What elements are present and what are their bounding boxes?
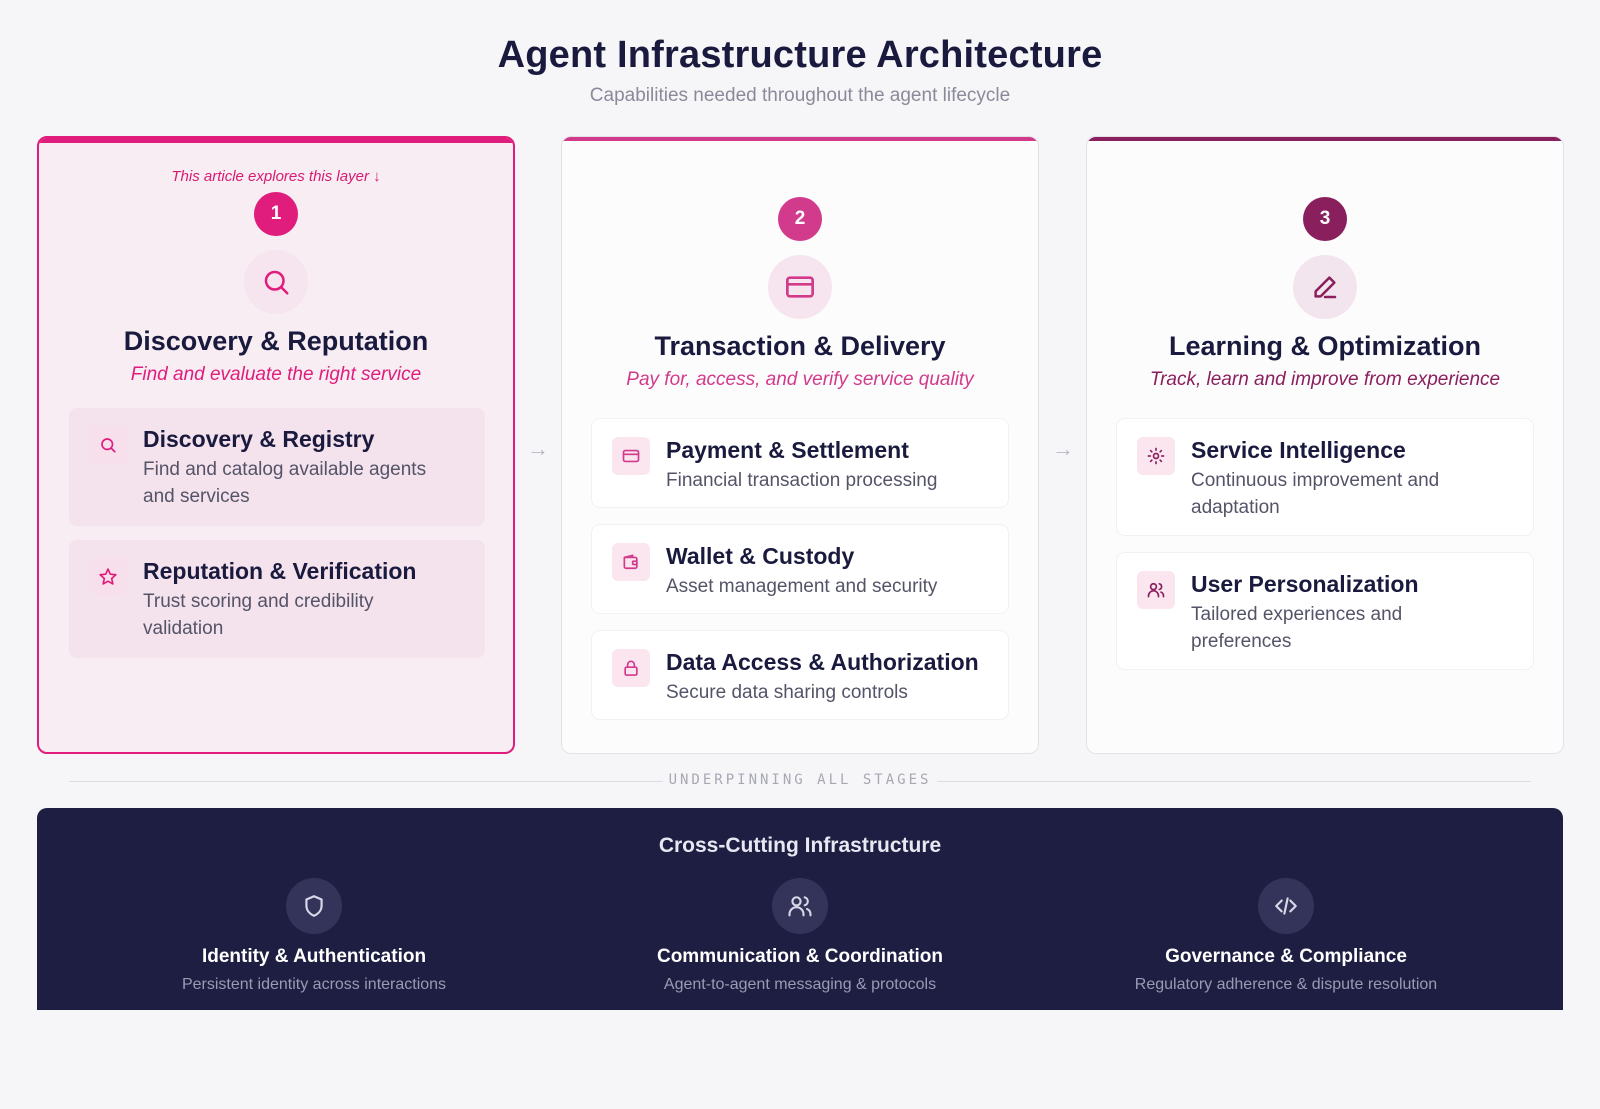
capability-desc: Secure data sharing controls — [666, 682, 908, 703]
shield-icon — [286, 878, 342, 934]
capability-item-discovery-registry: Discovery & Registry Find and catalog av… — [69, 408, 485, 526]
stage-number-badge: 1 — [254, 192, 298, 236]
flow-arrow: → — [527, 436, 549, 461]
header: Agent Infrastructure Architecture Capabi… — [0, 34, 1600, 107]
infrastructure-title: Cross-Cutting Infrastructure — [658, 834, 942, 857]
infrastructure-item-desc: Persistent identity across interactions — [181, 976, 447, 993]
capability-desc: Continuous improvement and adaptation — [1191, 470, 1440, 518]
search-icon — [89, 426, 127, 464]
capability-desc: Find and catalog available agents and ser… — [143, 459, 427, 507]
stage-title: Transaction & Delivery — [654, 331, 946, 361]
infrastructure-item-title: Communication & Coordination — [656, 946, 944, 967]
divider-label: UNDERPINNING ALL STAGES — [668, 772, 932, 788]
stage-subtitle: Find and evaluate the right service — [130, 364, 422, 385]
infrastructure-item-title: Identity & Authentication — [201, 946, 427, 967]
capability-title: User Personalization — [1191, 571, 1419, 597]
stage-number-badge: 3 — [1303, 197, 1347, 241]
capability-item-user-personalization: User Personalization Tailored experience… — [1117, 553, 1533, 669]
users-icon — [772, 878, 828, 934]
stage-card-discovery: This article explores this layer ↓ 1 Dis… — [37, 136, 515, 754]
sun-gear-icon — [1137, 437, 1175, 475]
stage-top-bar — [562, 137, 1038, 141]
stage-title: Learning & Optimization — [1168, 331, 1481, 361]
stage-card-transaction: 2 Transaction & Delivery Pay for, access… — [561, 136, 1039, 754]
infrastructure-item-governance: Governance & Compliance Regulatory adher… — [1076, 878, 1496, 994]
stage-title: Discovery & Reputation — [123, 326, 429, 356]
capability-item-service-intelligence: Service Intelligence Continuous improvem… — [1117, 419, 1533, 535]
stage-card-learning: 3 Learning & Optimization Track, learn a… — [1086, 136, 1564, 754]
page-title: Agent Infrastructure Architecture — [497, 34, 1103, 76]
capability-item-reputation-verification: Reputation & Verification Trust scoring … — [69, 540, 485, 658]
capability-title: Wallet & Custody — [666, 543, 855, 569]
pencil-icon — [1293, 255, 1357, 319]
capability-title: Discovery & Registry — [143, 426, 375, 452]
highlight-note: This article explores this layer ↓ — [171, 168, 381, 185]
page-subtitle: Capabilities needed throughout the agent… — [589, 85, 1011, 106]
infrastructure-item-desc: Regulatory adherence & dispute resolutio… — [1134, 976, 1438, 993]
capability-item-wallet-custody: Wallet & Custody Asset management and se… — [592, 525, 1008, 613]
stage-subtitle: Track, learn and improve from experience — [1149, 369, 1501, 390]
capability-item-payment-settlement: Payment & Settlement Financial transacti… — [592, 419, 1008, 507]
infrastructure-item-identity: Identity & Authentication Persistent ide… — [104, 878, 524, 994]
capability-title: Service Intelligence — [1191, 437, 1406, 463]
capability-item-data-access: Data Access & Authorization Secure data … — [592, 631, 1008, 719]
capability-title: Reputation & Verification — [143, 558, 417, 584]
capability-title: Payment & Settlement — [666, 437, 909, 463]
infrastructure-item-desc: Agent-to-agent messaging & protocols — [663, 976, 937, 993]
wallet-icon — [612, 543, 650, 581]
credit-card-icon — [768, 255, 832, 319]
divider-line-right — [937, 781, 1531, 782]
capability-desc: Trust scoring and credibility validation — [143, 591, 374, 639]
capability-desc: Tailored experiences and preferences — [1191, 604, 1403, 652]
stage-number-badge: 2 — [778, 197, 822, 241]
search-icon — [244, 250, 308, 314]
star-icon — [89, 558, 127, 596]
users-icon — [1137, 571, 1175, 609]
lock-icon — [612, 649, 650, 687]
infrastructure-panel: Cross-Cutting Infrastructure Identity & … — [37, 808, 1563, 1010]
capability-desc: Financial transaction processing — [666, 470, 938, 491]
code-icon — [1258, 878, 1314, 934]
capability-desc: Asset management and security — [666, 576, 938, 597]
stage-top-bar — [1087, 137, 1563, 141]
infrastructure-item-title: Governance & Compliance — [1165, 946, 1407, 967]
stage-top-bar — [39, 138, 513, 143]
credit-card-icon — [612, 437, 650, 475]
flow-arrow: → — [1052, 436, 1074, 461]
infrastructure-item-communication: Communication & Coordination Agent-to-ag… — [590, 878, 1010, 994]
capability-title: Data Access & Authorization — [666, 649, 979, 675]
stage-subtitle: Pay for, access, and verify service qual… — [626, 369, 974, 390]
